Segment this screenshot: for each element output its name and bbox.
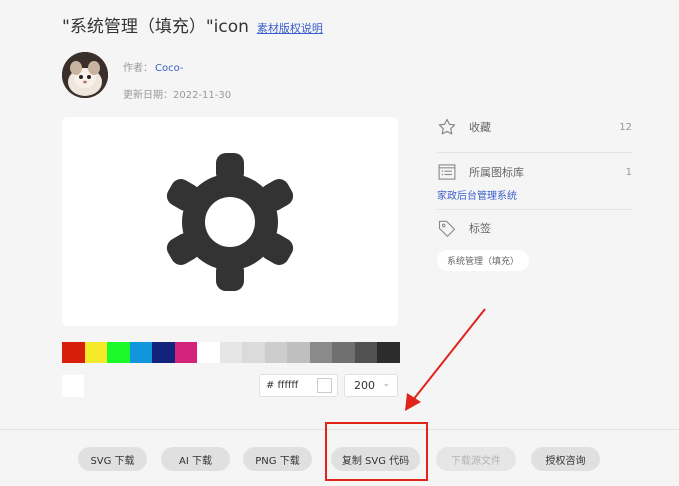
color-palette [62, 342, 400, 363]
png-download-button[interactable]: PNG 下载 [243, 447, 312, 471]
favorites-row[interactable]: 收藏 12 [437, 114, 632, 140]
title-row: "系统管理（填充）"icon 素材版权说明 [62, 12, 323, 37]
favorites-count: 12 [619, 121, 632, 133]
star-icon [438, 118, 456, 135]
color-preview-chip[interactable] [317, 378, 332, 393]
color-swatch[interactable] [219, 342, 242, 363]
ai-download-button[interactable]: AI 下载 [161, 447, 230, 471]
avatar[interactable] [62, 52, 108, 98]
library-row: 所属图标库 1 [437, 159, 632, 185]
icon-info-sidebar: 收藏 12 所属图标库 1 家政后台管理系统 标签 系统管理（填充） [437, 114, 632, 271]
tags-row: 标签 [437, 215, 632, 241]
color-hex-input[interactable]: # ffffff [259, 374, 338, 397]
tag-list: 系统管理（填充） [437, 249, 632, 271]
color-swatch[interactable] [264, 342, 287, 363]
copyright-link[interactable]: 素材版权说明 [257, 20, 323, 36]
color-swatch[interactable] [174, 342, 197, 363]
color-swatch[interactable] [197, 342, 220, 363]
tags-label: 标签 [469, 222, 491, 235]
divider [437, 152, 632, 153]
author-row: 作者： Coco- [123, 59, 184, 74]
divider [437, 209, 632, 210]
license-inquiry-button[interactable]: 授权咨询 [531, 447, 600, 471]
favorites-label: 收藏 [469, 121, 491, 134]
color-swatch[interactable] [129, 342, 152, 363]
color-swatch[interactable] [309, 342, 332, 363]
update-date: 2022-11-30 [173, 90, 232, 101]
library-name-link[interactable]: 家政后台管理系统 [437, 187, 632, 202]
highlight-annotation-box [325, 422, 428, 481]
tag-icon [438, 220, 456, 237]
color-swatch[interactable] [287, 342, 310, 363]
download-source-button[interactable]: 下载源文件 [436, 447, 516, 471]
color-swatch[interactable] [62, 342, 85, 363]
color-swatch[interactable] [242, 342, 265, 363]
library-count: 1 [625, 166, 632, 178]
color-swatch[interactable] [377, 342, 400, 363]
color-swatch[interactable] [354, 342, 377, 363]
tag-chip[interactable]: 系统管理（填充） [437, 250, 530, 271]
size-select[interactable]: 200 ⌄ [344, 374, 398, 397]
avatar-image [62, 52, 108, 98]
page-title: "系统管理（填充）"icon [62, 17, 249, 37]
chevron-down-icon: ⌄ [382, 379, 390, 389]
icon-preview [62, 117, 398, 326]
gear-icon [166, 152, 294, 291]
color-swatch[interactable] [152, 342, 175, 363]
author-label: 作者： [123, 63, 153, 74]
svg-download-button[interactable]: SVG 下载 [78, 447, 147, 471]
color-swatch[interactable] [332, 342, 355, 363]
size-value: 200 [354, 379, 375, 392]
date-label: 更新日期： [123, 90, 173, 101]
color-swatch[interactable] [107, 342, 130, 363]
update-date-row: 更新日期：2022-11-30 [123, 86, 231, 101]
list-icon [438, 164, 456, 180]
color-hex-value: # ffffff [266, 380, 299, 391]
custom-color-swatch[interactable] [62, 375, 84, 397]
color-swatch[interactable] [84, 342, 107, 363]
author-name-link[interactable]: Coco- [155, 63, 184, 74]
library-label: 所属图标库 [469, 166, 524, 179]
